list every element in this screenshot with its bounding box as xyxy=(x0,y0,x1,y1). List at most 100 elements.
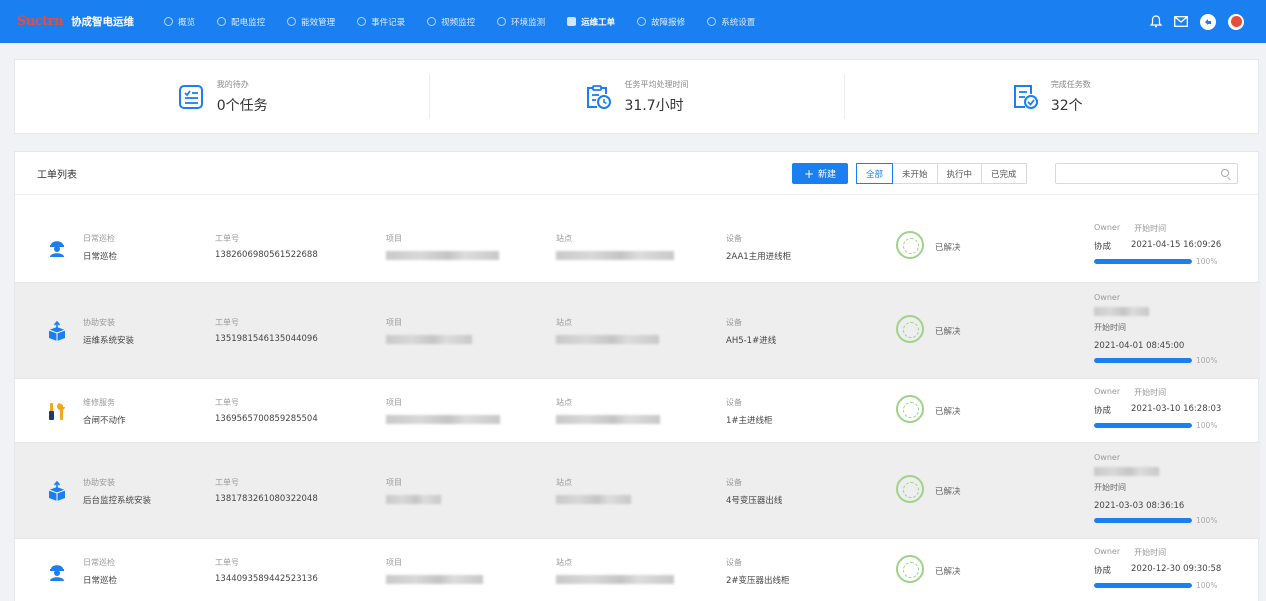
progress-bar: 100% xyxy=(1094,356,1217,365)
order-rows: 日常巡检 日常巡检 工单号 1382606980561522688 项目 站点 … xyxy=(15,211,1260,601)
stat-value: 32个 xyxy=(1050,97,1083,114)
nav-item-work-orders[interactable]: 运维工单 xyxy=(567,16,615,28)
main-nav: 概览 配电监控 能效管理 事件记录 视频监控 环境监测 运维工单 故障报修 系统… xyxy=(164,0,777,43)
project-label: 项目 xyxy=(386,558,402,567)
station-label: 站点 xyxy=(556,398,572,407)
top-nav-bar: Suctrn 协成智电运维 概览 配电监控 能效管理 事件记录 视频监控 环境监… xyxy=(0,0,1266,43)
start-time-value: 2021-04-15 16:09:26 xyxy=(1131,240,1222,250)
status-text: 已解决 xyxy=(935,407,961,417)
status-text: 已解决 xyxy=(935,487,961,497)
order-no-cell: 工单号 1382606980561522688 xyxy=(215,233,318,260)
device-cell: 设备 1#主进线柜 xyxy=(726,397,773,426)
filter-all[interactable]: 全部 xyxy=(856,163,894,184)
worker-icon xyxy=(47,561,67,581)
device-value: 1#主进线柜 xyxy=(726,416,773,426)
redacted-project xyxy=(386,335,472,344)
table-row[interactable]: 协助安装 后台监控系统安装 工单号 1381783261080322048 项目… xyxy=(15,443,1260,539)
station-label: 站点 xyxy=(556,478,572,487)
list-header: 工单列表 + 新建 全部 未开始 执行中 已完成 xyxy=(15,152,1258,195)
order-no-value[interactable]: 1351981546135044096 xyxy=(215,334,318,344)
order-name: 日常巡检 xyxy=(83,252,118,262)
redacted-owner xyxy=(1094,307,1149,316)
start-time-value: 2021-04-01 08:45:00 xyxy=(1094,341,1185,351)
status-text: 已解决 xyxy=(935,567,961,577)
bell-icon[interactable] xyxy=(1150,15,1162,28)
nav-item-environment[interactable]: 环境监测 xyxy=(497,16,545,28)
order-no-value[interactable]: 1344093589442523136 xyxy=(215,574,318,584)
table-row[interactable]: 维修服务 合闸不动作 工单号 1369565700859285504 项目 站点… xyxy=(15,379,1260,443)
start-time-label: 开始时间 xyxy=(1094,483,1126,492)
table-row[interactable]: 日常巡检 日常巡检 工单号 1344093589442523136 项目 站点 … xyxy=(15,539,1260,601)
status-text: 已解决 xyxy=(935,327,961,337)
project-cell: 项目 xyxy=(386,477,501,504)
stats-panel: 我的待办 0个任务 任务平均处理时间 31.7小时 完成任务数 32个 xyxy=(14,59,1259,134)
record-icon xyxy=(357,17,367,26)
owner-value: 协成 xyxy=(1094,566,1112,576)
filter-not-started[interactable]: 未开始 xyxy=(892,163,938,184)
table-row[interactable]: 协助安装 运维系统安装 工单号 1351981546135044096 项目 站… xyxy=(15,283,1260,379)
user-avatar[interactable] xyxy=(1228,13,1244,30)
search-input[interactable] xyxy=(1055,163,1238,184)
order-no-cell: 工单号 1344093589442523136 xyxy=(215,557,318,584)
device-value: 2AA1主用进线柜 xyxy=(726,252,792,262)
nav-item-video-monitor[interactable]: 视频监控 xyxy=(427,16,475,28)
start-time-value: 2021-03-10 16:28:03 xyxy=(1131,404,1222,414)
mail-icon[interactable] xyxy=(1174,16,1188,27)
progress-label: 100% xyxy=(1196,581,1218,590)
table-row[interactable]: 日常巡检 日常巡检 工单号 1382606980561522688 项目 站点 … xyxy=(15,211,1260,283)
resolved-stamp-icon xyxy=(896,555,924,583)
start-time-label: 开始时间 xyxy=(1094,323,1126,332)
owner-block: Owner 开始时间 协成 2021-03-10 16:28:03 100% xyxy=(1094,387,1221,430)
dashboard-icon xyxy=(164,17,174,26)
order-type-cell: 协助安装 运维系统安装 xyxy=(83,317,134,346)
install-box-icon xyxy=(47,320,67,341)
completed-task-icon xyxy=(1013,84,1038,109)
todo-list-icon xyxy=(178,84,203,109)
owner-block: Owner 开始时间 协成 2020-12-30 09:30:58 100% xyxy=(1094,547,1221,590)
start-time-label: 开始时间 xyxy=(1134,548,1167,557)
order-category: 协助安装 xyxy=(83,478,115,487)
project-cell: 项目 xyxy=(386,233,501,260)
nav-item-overview[interactable]: 概览 xyxy=(164,16,195,28)
project-label: 项目 xyxy=(386,478,402,487)
order-no-label: 工单号 xyxy=(215,558,239,567)
order-no-value[interactable]: 1382606980561522688 xyxy=(215,250,318,260)
nav-item-energy-management[interactable]: 能效管理 xyxy=(287,16,335,28)
chart-icon xyxy=(287,17,297,26)
filter-in-progress[interactable]: 执行中 xyxy=(936,163,983,184)
device-value: 4号变压器出线 xyxy=(726,496,783,506)
redacted-station xyxy=(556,415,660,424)
owner-block: Owner 开始时间 2021-03-03 08:36:16 100% xyxy=(1094,453,1217,525)
status-text: 已解决 xyxy=(935,243,961,253)
status-filter-group: 全部 未开始 执行中 已完成 xyxy=(856,163,1027,184)
resolved-stamp-icon xyxy=(896,475,924,503)
project-label: 项目 xyxy=(386,234,402,243)
device-label: 设备 xyxy=(726,558,742,567)
camera-icon xyxy=(427,17,437,26)
back-icon[interactable] xyxy=(1200,13,1216,30)
nav-item-fault-repair[interactable]: 故障报修 xyxy=(637,16,685,28)
order-no-value[interactable]: 1369565700859285504 xyxy=(215,414,318,424)
work-order-list: 工单列表 + 新建 全部 未开始 执行中 已完成 日常巡检 日常巡检 工单号 13… xyxy=(14,151,1260,601)
order-no-value[interactable]: 1381783261080322048 xyxy=(215,494,318,504)
progress-bar: 100% xyxy=(1094,516,1217,525)
filter-completed[interactable]: 已完成 xyxy=(981,163,1027,184)
device-cell: 设备 4号变压器出线 xyxy=(726,477,782,506)
search-icon[interactable] xyxy=(1221,169,1229,177)
resolved-stamp-icon xyxy=(896,315,924,343)
progress-label: 100% xyxy=(1196,356,1218,365)
order-category: 维修服务 xyxy=(83,398,115,407)
redacted-station xyxy=(556,495,631,504)
order-no-label: 工单号 xyxy=(215,478,239,487)
nav-item-distribution-monitor[interactable]: 配电监控 xyxy=(217,16,265,28)
order-name: 合闸不动作 xyxy=(83,416,126,426)
progress-bar: 100% xyxy=(1094,581,1221,590)
redacted-project xyxy=(386,575,483,584)
nav-item-system-settings[interactable]: 系统设置 xyxy=(707,16,755,28)
redacted-station xyxy=(556,251,674,260)
new-order-button[interactable]: + 新建 xyxy=(792,163,848,184)
nav-item-event-records[interactable]: 事件记录 xyxy=(357,16,405,28)
brand-logo[interactable]: Suctrn xyxy=(17,14,64,29)
owner-block: Owner 开始时间 2021-04-01 08:45:00 100% xyxy=(1094,293,1217,365)
project-label: 项目 xyxy=(386,398,402,407)
